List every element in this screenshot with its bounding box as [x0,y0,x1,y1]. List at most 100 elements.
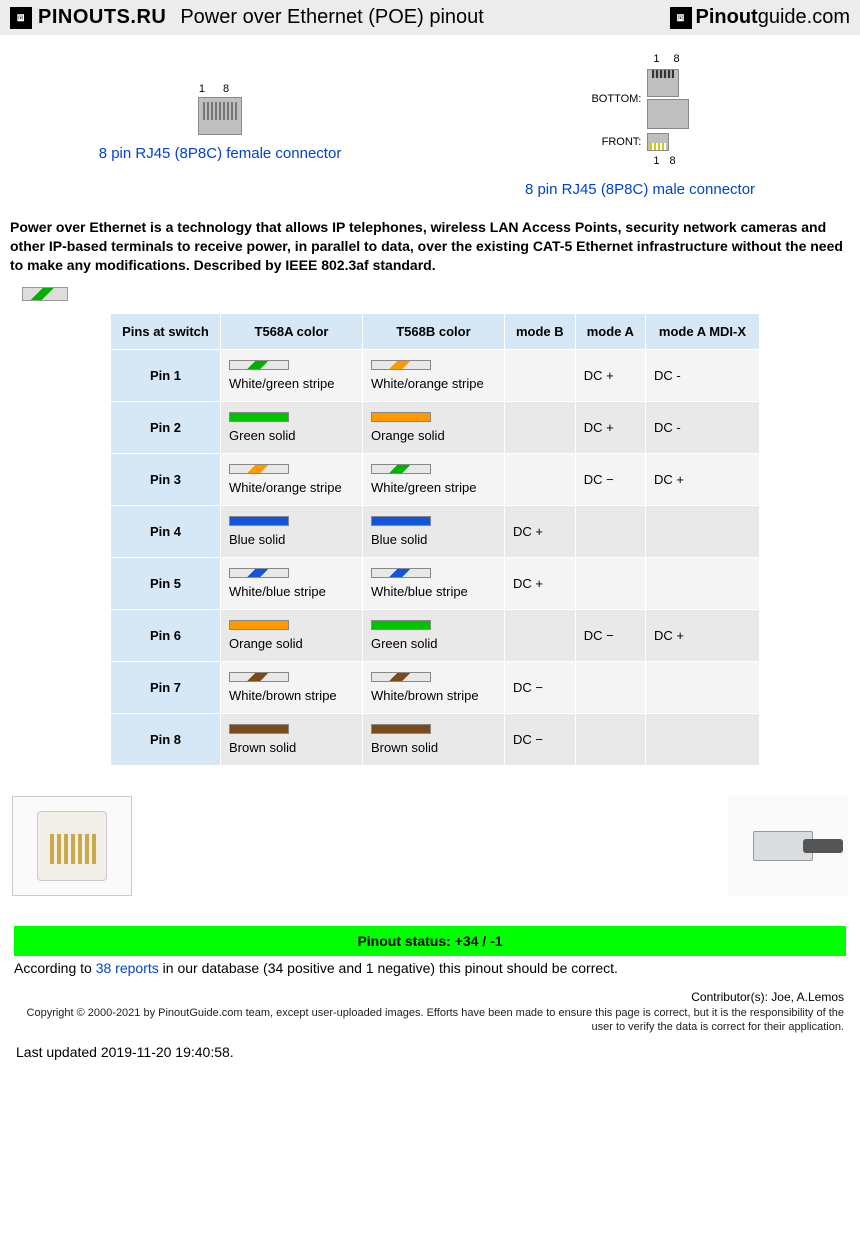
pin-numbers: 18 [193,83,247,95]
wire-color-icon [229,412,289,422]
wire-color-icon [229,620,289,630]
table-row: Pin 2Green solidOrange solidDC +DC - [111,401,760,453]
modeb-cell [504,401,575,453]
header: ⧈ PINOUTS.RU Power over Ethernet (POE) p… [0,0,860,35]
t568a-cell: Green solid [221,401,363,453]
bottom-label: BOTTOM: [586,93,641,105]
col-pins: Pins at switch [111,313,221,349]
wire-color-icon [229,568,289,578]
logo-right-suffix: guide.com [758,6,850,29]
t568a-cell: White/green stripe [221,349,363,401]
front-label: FRONT: [586,136,641,148]
t568a-cell: White/brown stripe [221,661,363,713]
contributors: Contributor(s): Joe, A.Lemos [10,990,844,1004]
wire-color-icon [229,360,289,370]
modeb-cell: DC + [504,557,575,609]
pin-numbers: 18 [647,155,685,167]
modea-mdix-cell [645,505,759,557]
table-row: Pin 4Blue solidBlue solidDC + [111,505,760,557]
t568b-cell: White/blue stripe [362,557,504,609]
wire-stripe-icon [22,287,68,301]
wire-color-icon [229,672,289,682]
logo-pinouts-ru[interactable]: ⧈ PINOUTS.RU [10,6,166,29]
table-row: Pin 7White/brown stripeWhite/brown strip… [111,661,760,713]
logo-right-prefix: Pinout [696,6,758,29]
t568b-cell: Orange solid [362,401,504,453]
connector-photos [10,796,850,896]
pin-cell: Pin 8 [111,713,221,765]
pin-cell: Pin 4 [111,505,221,557]
page-title: Power over Ethernet (POE) pinout [180,6,483,29]
modeb-cell [504,609,575,661]
pin-cell: Pin 6 [111,609,221,661]
rj45-male-bottom-icon [647,69,679,97]
t568a-cell: White/blue stripe [221,557,363,609]
wire-color-icon [229,464,289,474]
modea-mdix-cell: DC + [645,609,759,661]
rj45-female-icon [198,97,242,135]
rj45-male-front-icon [647,133,669,151]
modea-mdix-cell: DC + [645,453,759,505]
rj45-male-body-icon [647,99,689,129]
copyright: Copyright © 2000-2021 by PinoutGuide.com… [10,1006,844,1035]
wire-color-icon [371,724,431,734]
pinout-status-bar: Pinout status: +34 / -1 [14,926,846,956]
wire-color-icon [371,464,431,474]
pin-cell: Pin 5 [111,557,221,609]
t568b-cell: White/brown stripe [362,661,504,713]
male-connector-link[interactable]: 8 pin RJ45 (8P8C) male connector [430,181,850,198]
t568b-cell: Brown solid [362,713,504,765]
modea-mdix-cell [645,661,759,713]
modeb-cell: DC − [504,713,575,765]
modea-cell [575,713,645,765]
wire-color-icon [371,620,431,630]
pin-cell: Pin 1 [111,349,221,401]
col-t568b: T568B color [362,313,504,349]
reports-link[interactable]: 38 reports [96,960,159,976]
modea-cell [575,661,645,713]
status-description: According to 38 reports in our database … [14,960,846,976]
col-modeb: mode B [504,313,575,349]
photo-female-socket [12,796,132,896]
pin-cell: Pin 3 [111,453,221,505]
modea-mdix-cell [645,713,759,765]
pin-cell: Pin 2 [111,401,221,453]
table-header-row: Pins at switch T568A color T568B color m… [111,313,760,349]
modeb-cell: DC + [504,505,575,557]
wire-color-icon [371,516,431,526]
table-row: Pin 5White/blue stripeWhite/blue stripeD… [111,557,760,609]
col-modea-mdix: mode A MDI-X [645,313,759,349]
modea-mdix-cell [645,557,759,609]
modeb-cell [504,349,575,401]
logo-left-text: PINOUTS.RU [38,6,166,29]
modeb-cell: DC − [504,661,575,713]
connector-diagrams: 18 8 pin RJ45 (8P8C) female connector 18… [10,53,850,198]
wire-color-icon [371,568,431,578]
pin-numbers: 18 [647,53,693,65]
wire-color-icon [371,360,431,370]
pinout-table: Pins at switch T568A color T568B color m… [110,313,760,766]
rj45-plug-icon [743,821,833,871]
modea-cell: DC − [575,453,645,505]
t568a-cell: Blue solid [221,505,363,557]
wire-color-icon [229,516,289,526]
pin-cell: Pin 7 [111,661,221,713]
table-row: Pin 8Brown solidBrown solidDC − [111,713,760,765]
rj45-socket-icon [37,811,107,881]
last-updated: Last updated 2019-11-20 19:40:58. [16,1044,850,1060]
modea-mdix-cell: DC - [645,349,759,401]
logo-pinoutguide[interactable]: ⧈ Pinoutguide.com [670,6,851,29]
female-connector-block: 18 8 pin RJ45 (8P8C) female connector [10,53,430,198]
female-connector-link[interactable]: 8 pin RJ45 (8P8C) female connector [10,145,430,162]
table-row: Pin 1White/green stripeWhite/orange stri… [111,349,760,401]
connector-icon: ⧈ [10,7,32,29]
photo-male-plug [728,796,848,896]
t568a-cell: White/orange stripe [221,453,363,505]
modeb-cell [504,453,575,505]
connector-icon: ⧈ [670,7,692,29]
wire-color-icon [229,724,289,734]
col-t568a: T568A color [221,313,363,349]
t568b-cell: Green solid [362,609,504,661]
wire-color-icon [371,672,431,682]
male-connector-block: 18 BOTTOM: FRONT: 18 8 p [430,53,850,198]
